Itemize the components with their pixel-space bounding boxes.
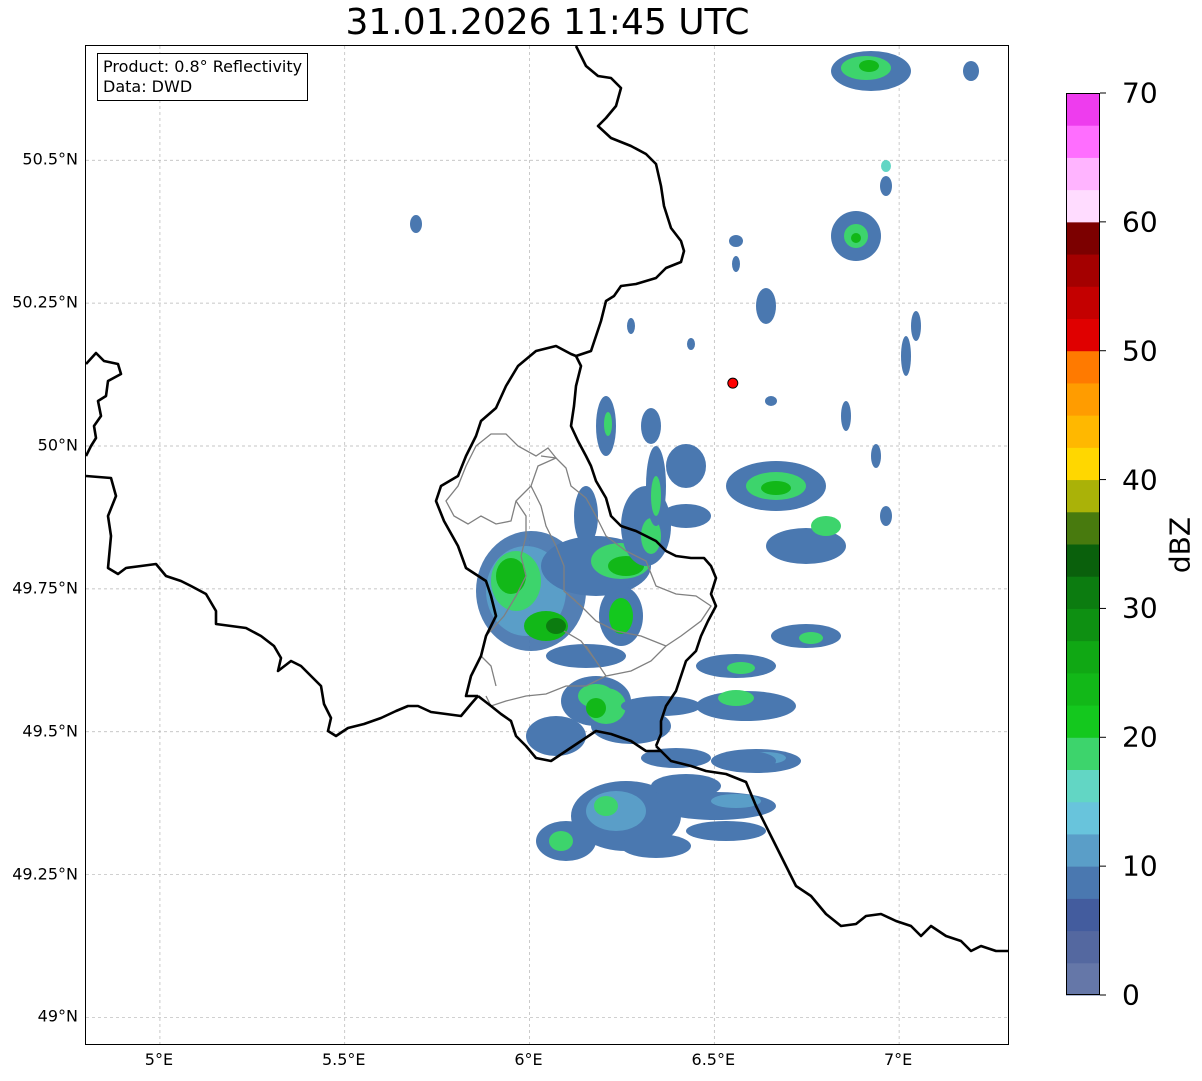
colorbar-segment bbox=[1066, 705, 1100, 738]
map-panel[interactable] bbox=[85, 45, 1009, 1045]
data-source-label: Data: DWD bbox=[103, 77, 193, 96]
colorbar-segment bbox=[1066, 737, 1100, 770]
longitude-tick-label: 6.5°E bbox=[691, 1050, 736, 1069]
colorbar-segment bbox=[1066, 866, 1100, 899]
longitude-tick-label: 5°E bbox=[144, 1050, 174, 1069]
colorbar bbox=[1066, 92, 1106, 996]
latitude-tick-label: 49°N bbox=[37, 1006, 78, 1026]
colorbar-tick-label: 50 bbox=[1122, 334, 1158, 368]
latitude-tick-label: 50°N bbox=[37, 435, 78, 455]
colorbar-segment bbox=[1066, 254, 1100, 287]
product-label: Product: 0.8° Reflectivity bbox=[103, 57, 303, 76]
colorbar-segment bbox=[1066, 479, 1100, 513]
colorbar-segment bbox=[1066, 125, 1100, 158]
latitude-tick-label: 50.5°N bbox=[22, 149, 78, 169]
longitude-tick-label: 7°E bbox=[883, 1050, 913, 1069]
colorbar-segment bbox=[1066, 318, 1100, 352]
colorbar-segment bbox=[1066, 962, 1100, 996]
colorbar-segment bbox=[1066, 769, 1100, 803]
longitude-tick-label: 5.5°E bbox=[321, 1050, 366, 1069]
colorbar-segment bbox=[1066, 640, 1100, 674]
map-title: 31.01.2026 11:45 UTC bbox=[345, 2, 750, 43]
colorbar-label: dBZ bbox=[1163, 516, 1197, 574]
colorbar-tick-label: 70 bbox=[1122, 76, 1158, 110]
colorbar-tick-label: 40 bbox=[1122, 463, 1158, 497]
colorbar-segment bbox=[1066, 286, 1100, 319]
colorbar-tick-label: 10 bbox=[1122, 849, 1158, 883]
colorbar-segment bbox=[1066, 189, 1100, 223]
colorbar-tick-label: 0 bbox=[1122, 978, 1140, 1012]
country-borders bbox=[86, 46, 1008, 953]
colorbar-segment bbox=[1066, 511, 1100, 545]
colorbar-segment bbox=[1066, 157, 1100, 191]
colorbar-segment bbox=[1066, 930, 1100, 964]
colorbar-segment bbox=[1066, 544, 1100, 577]
latitude-tick-label: 49.25°N bbox=[12, 864, 78, 884]
colorbar-segment bbox=[1066, 415, 1100, 448]
latitude-tick-label: 49.75°N bbox=[12, 578, 78, 598]
colorbar-segment bbox=[1066, 382, 1100, 416]
product-info-box: Product: 0.8° Reflectivity Data: DWD bbox=[97, 53, 309, 101]
colorbar-segment bbox=[1066, 608, 1100, 642]
colorbar-segment bbox=[1066, 898, 1100, 932]
latitude-tick-label: 49.5°N bbox=[22, 721, 78, 741]
longitude-tick-label: 6°E bbox=[514, 1050, 543, 1069]
colorbar-segment bbox=[1066, 447, 1100, 481]
colorbar-tick-label: 60 bbox=[1122, 205, 1158, 239]
radar-map bbox=[86, 46, 1008, 1044]
radar-site-marker bbox=[727, 377, 739, 389]
echo-cluster-east bbox=[641, 408, 846, 773]
colorbar-tick-label: 30 bbox=[1122, 591, 1158, 625]
colorbar-segment bbox=[1066, 672, 1100, 706]
colorbar-segment bbox=[1066, 221, 1100, 255]
colorbar-segment bbox=[1066, 350, 1100, 384]
colorbar-segment bbox=[1066, 833, 1100, 867]
colorbar-segment bbox=[1066, 576, 1100, 609]
radar-echoes bbox=[410, 51, 979, 861]
colorbar-tick-label: 20 bbox=[1122, 720, 1158, 754]
colorbar-segment bbox=[1066, 93, 1100, 126]
latitude-tick-label: 50.25°N bbox=[12, 292, 78, 312]
colorbar-segment bbox=[1066, 801, 1100, 835]
